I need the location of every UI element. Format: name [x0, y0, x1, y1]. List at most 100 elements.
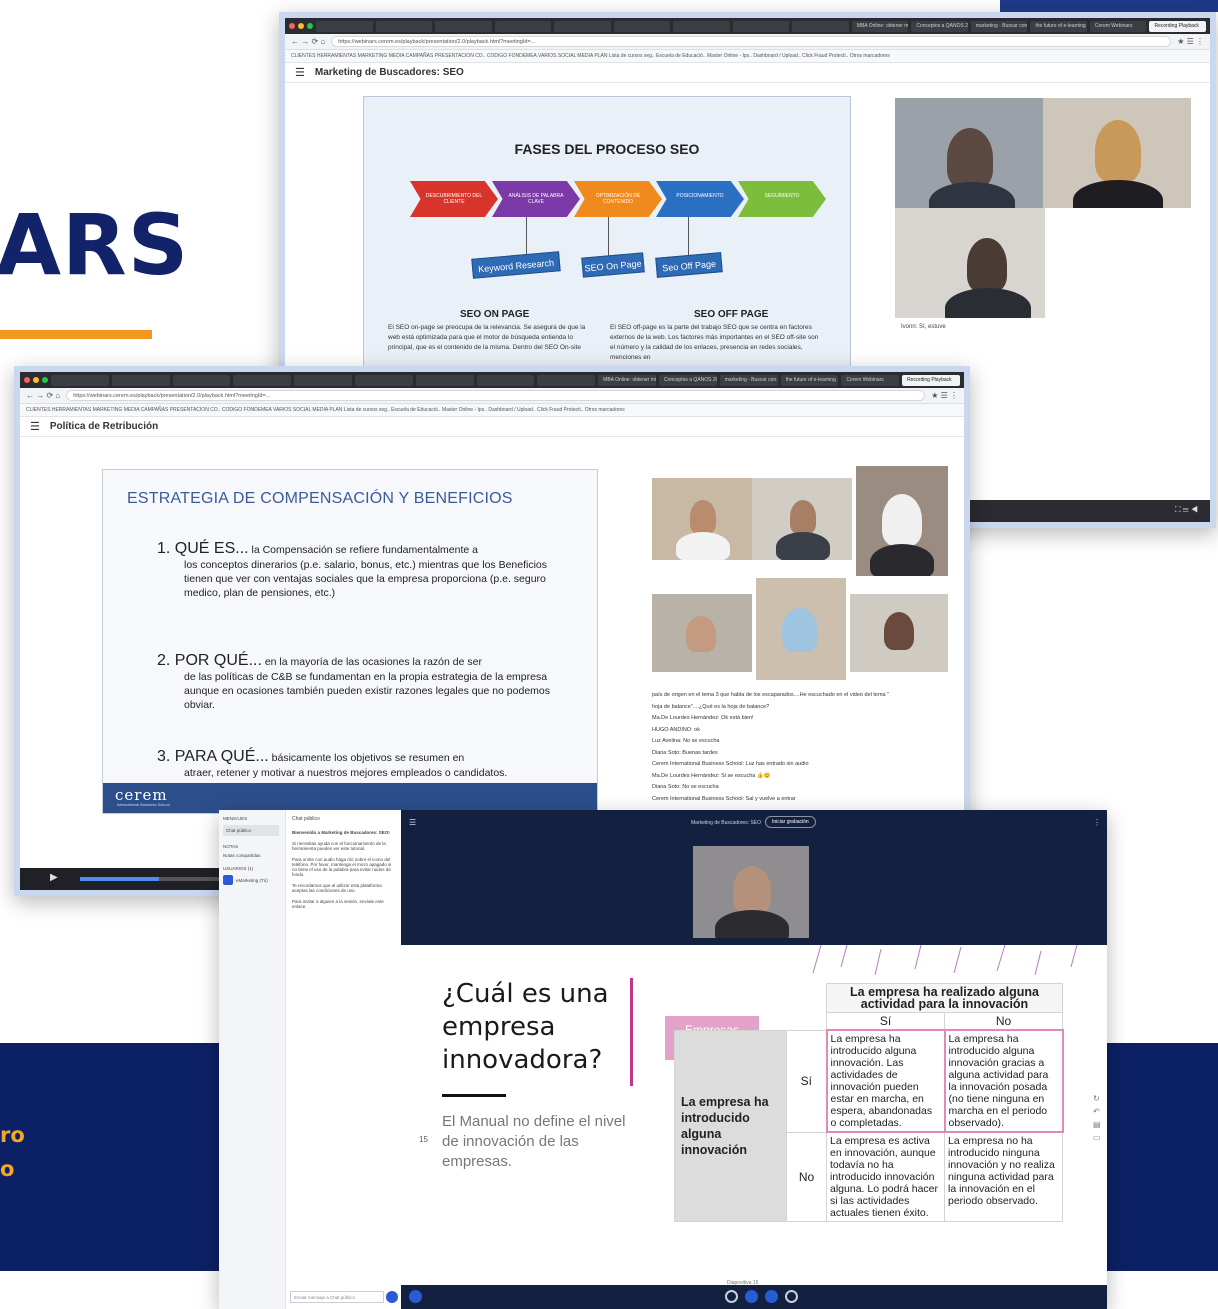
connector-line	[526, 217, 527, 257]
presentation-title: Marketing de Buscadores: SEO	[314, 67, 464, 78]
browser-tab[interactable]	[415, 374, 474, 386]
browser-tab[interactable]: Recording Playback	[902, 374, 960, 386]
maximize-window-icon[interactable]	[307, 23, 313, 29]
browser-tab[interactable]	[435, 20, 492, 32]
microphone-icon[interactable]	[725, 1290, 738, 1303]
participant-silhouette	[790, 500, 816, 534]
menu-icon[interactable]: ☰	[409, 818, 416, 827]
play-icon[interactable]: ▶	[50, 872, 58, 883]
chat-line: Diana Soto: Buenas tardes	[652, 749, 718, 756]
maximize-window-icon[interactable]	[42, 377, 48, 383]
audio-icon[interactable]	[745, 1290, 758, 1303]
item-heading: 3. PARA QUÉ...	[157, 748, 269, 765]
connector-line	[688, 217, 689, 257]
slide-page-number: 15	[419, 1135, 428, 1144]
shared-notes-link[interactable]: Notas compartidas	[223, 853, 279, 858]
public-chat-link[interactable]: Chat público	[223, 825, 279, 836]
browser-tab[interactable]: MBA Online: obtener mi m...	[851, 20, 909, 32]
browser-tab[interactable]: marketing - Buscar con...	[719, 374, 778, 386]
user-name[interactable]: eMarketing (Tú)	[236, 878, 268, 883]
item-heading: 2. POR QUÉ...	[157, 652, 262, 669]
item-body: de las políticas de C&B se fundamentan e…	[184, 671, 551, 711]
browser-tab[interactable]: Cerem Webinars	[1089, 20, 1147, 32]
address-input[interactable]: https://webinars.cerem.es/playback/prese…	[66, 390, 926, 401]
row-si: Sí	[786, 1029, 827, 1133]
browser-tab[interactable]	[732, 20, 790, 32]
chat-line: país de origen en el tema 3 que habla de…	[652, 692, 890, 698]
close-window-icon[interactable]	[24, 377, 30, 383]
chat-message: Para unirte con audio haga clic sobre el…	[292, 857, 392, 877]
band-text-line1: ro	[0, 1123, 25, 1147]
browser-tab[interactable]	[673, 20, 730, 32]
browser-tab[interactable]: the future of e-learning	[1030, 20, 1087, 32]
browser-tab[interactable]	[316, 20, 373, 32]
browser-tab[interactable]	[375, 20, 433, 32]
browser-tab[interactable]: Conceptos a QANOS 2021	[911, 20, 968, 32]
browser-tab[interactable]	[792, 20, 849, 32]
chat-message: Para invitar a alguien a la sesión, enví…	[292, 899, 384, 909]
browser-tab[interactable]: marketing - Buscar con...	[970, 20, 1028, 32]
tab-list: MBA Online: obtener mi m...Conceptos a Q…	[51, 374, 960, 386]
back-forward-icon[interactable]: ← → ⟳ ⌂	[26, 391, 60, 400]
browser-tab[interactable]	[554, 20, 611, 32]
chat-header: Chat público	[292, 816, 320, 822]
meeting-header: Marketing de Buscadores: SEO Iniciar gra…	[401, 810, 1107, 945]
browser-tab[interactable]	[476, 374, 535, 386]
hamburger-menu-icon[interactable]: ☰	[295, 66, 305, 79]
minimize-window-icon[interactable]	[33, 377, 39, 383]
webcam-video-3	[895, 208, 1045, 318]
bookmarks-bar[interactable]: CLIENTES HERRAMIENTAS MARKETING MEDIA CA…	[20, 404, 964, 417]
browser-tab[interactable]	[233, 374, 292, 386]
webcam-video-1	[895, 98, 1043, 208]
browser-tab[interactable]	[51, 374, 109, 386]
participant-silhouette	[733, 866, 771, 914]
browser-tab[interactable]	[294, 374, 352, 386]
address-input[interactable]: https://webinars.cerem.es/playback/prese…	[331, 36, 1172, 47]
meeting-controls	[401, 1285, 1107, 1309]
send-icon[interactable]	[386, 1291, 398, 1303]
slide-accent-line	[630, 978, 633, 1086]
participant-silhouette	[1095, 120, 1141, 182]
screenshare-icon[interactable]	[785, 1290, 798, 1303]
seo-on-page-label: SEO On Page	[581, 252, 645, 278]
camera-icon[interactable]	[765, 1290, 778, 1303]
chevron-keyword-analysis: ANÁLISIS DE PALABRA CLAVE	[492, 181, 580, 217]
url-bar: ← → ⟳ ⌂ https://webinars.cerem.es/playba…	[285, 34, 1210, 50]
app-title-bar: ☰ Política de Retribución	[20, 417, 964, 437]
webcam-video-2	[1043, 98, 1191, 208]
browser-tab[interactable]	[354, 374, 413, 386]
fullscreen-icon[interactable]: ⛶ ☰ ◀	[1175, 505, 1198, 515]
back-forward-icon[interactable]: ← → ⟳ ⌂	[291, 37, 325, 46]
webcam-video-3	[856, 466, 948, 576]
cerem-footer: cerem International Business School	[103, 783, 597, 813]
browser-tab[interactable]: the future of e-learning	[780, 374, 839, 386]
start-recording-button[interactable]: Iniciar grabación	[765, 816, 816, 828]
browser-tab[interactable]	[537, 374, 596, 386]
slide-divider	[442, 1094, 506, 1097]
browser-tab[interactable]	[172, 374, 231, 386]
participant-body	[870, 544, 934, 576]
bookmarks-bar[interactable]: CLIENTES HERRAMIENTAS MARKETING MEDIA CA…	[285, 50, 1210, 63]
chevron-tracking: SEGUIMIENTO	[738, 181, 826, 217]
row-no: No	[786, 1131, 827, 1222]
minimize-window-icon[interactable]	[298, 23, 304, 29]
chat-line: Luz Avelina: No se escucha	[652, 738, 720, 744]
extensions-icons[interactable]: ★ ☰ ⋮	[931, 391, 958, 400]
chat-input[interactable]: Enviar mensaje a Chat público	[290, 1291, 384, 1303]
slide-item-2: 2. POR QUÉ... en la mayoría de las ocasi…	[157, 652, 557, 712]
browser-tab[interactable]	[494, 20, 552, 32]
browser-tab[interactable]	[111, 374, 170, 386]
annotation-toolbar[interactable]: ↻ ↶ ▤ ▭	[1093, 1092, 1101, 1144]
browser-tab[interactable]: Cerem Webinars	[841, 374, 900, 386]
options-icon[interactable]: ⋮	[1093, 818, 1101, 827]
extensions-icons[interactable]: ★ ☰ ⋮	[1177, 37, 1204, 46]
add-icon[interactable]	[409, 1290, 422, 1303]
browser-tab[interactable]: Recording Playback	[1149, 20, 1206, 32]
off-page-text: El SEO off-page es la parte del trabajo …	[610, 324, 819, 361]
participant-body	[1073, 180, 1163, 208]
browser-tab[interactable]	[613, 20, 671, 32]
browser-tab[interactable]: Conceptos a QANOS 2021	[658, 374, 717, 386]
close-window-icon[interactable]	[289, 23, 295, 29]
hamburger-menu-icon[interactable]: ☰	[30, 420, 40, 433]
browser-tab[interactable]: MBA Online: obtener mi m...	[598, 374, 656, 386]
